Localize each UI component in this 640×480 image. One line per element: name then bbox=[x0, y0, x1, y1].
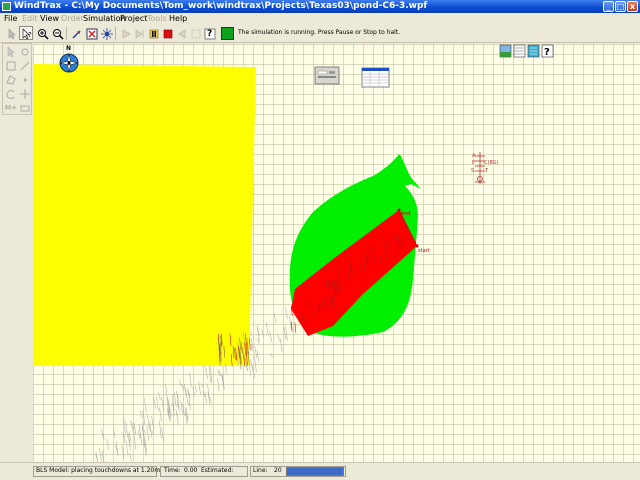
app-icon bbox=[2, 2, 11, 11]
palette-move-icon[interactable] bbox=[19, 88, 31, 100]
palette-pointer-icon[interactable] bbox=[5, 46, 17, 58]
minimize-button[interactable]: _ bbox=[603, 1, 614, 12]
palette-circle-icon[interactable] bbox=[19, 46, 31, 58]
sensor-label-cbg: C(BG) bbox=[484, 160, 499, 166]
sensor-label-t: T bbox=[484, 168, 489, 174]
window-title: WindTrax - C:\My Documents\Tom_work\wind… bbox=[14, 1, 428, 11]
sensor-label-p: P bbox=[472, 160, 475, 166]
zoom-out-icon[interactable] bbox=[50, 26, 64, 40]
sensor-label-s: S bbox=[471, 168, 474, 174]
menu-tools[interactable]: Tools bbox=[147, 13, 167, 24]
maximize-button[interactable]: □ bbox=[615, 1, 626, 12]
close-button[interactable]: x bbox=[627, 1, 638, 12]
toolbar-separator bbox=[115, 27, 116, 40]
palette-erase-icon[interactable] bbox=[19, 102, 31, 114]
compass-icon bbox=[59, 53, 79, 73]
sensor-label-a: A bbox=[472, 153, 476, 159]
map-drawing: end start N A P C(BG) S T ? bbox=[33, 44, 554, 462]
menu-file[interactable]: File bbox=[4, 13, 17, 24]
blank-tool-icon[interactable] bbox=[188, 26, 202, 40]
status-bar: BLS Model: placing touchdowns at 1.20m T… bbox=[0, 462, 640, 480]
palette-rotate-icon[interactable] bbox=[5, 88, 17, 100]
time-value: 0.00 bbox=[184, 467, 198, 474]
menu-project[interactable]: Project bbox=[120, 13, 147, 24]
step-icon[interactable] bbox=[132, 26, 146, 40]
menu-edit[interactable]: Edit bbox=[22, 13, 38, 24]
progress-fill bbox=[287, 468, 343, 475]
zoom-in-icon[interactable] bbox=[35, 26, 49, 40]
play-icon[interactable] bbox=[118, 26, 132, 40]
select-help-icon[interactable]: ? bbox=[19, 26, 33, 40]
menu-order[interactable]: Order bbox=[61, 13, 84, 24]
svg-text:?: ? bbox=[28, 31, 32, 39]
simulation-status-indicator bbox=[221, 27, 234, 40]
help-icon[interactable]: ? bbox=[202, 26, 216, 40]
particle-icon[interactable] bbox=[99, 26, 113, 40]
data-table-icon[interactable] bbox=[361, 67, 390, 88]
tool-palette: M+ bbox=[2, 43, 32, 115]
estimated-label: Estimated: bbox=[201, 467, 234, 474]
menu-bar: File Edit View Order Simulation Project … bbox=[0, 13, 640, 24]
sensor-icon[interactable] bbox=[475, 152, 485, 184]
map-canvas[interactable]: end start N A P C(BG) S T ? bbox=[33, 44, 640, 462]
line-value: 20 bbox=[274, 467, 282, 474]
compass-north-label: N bbox=[66, 45, 71, 52]
view-sheet-icon[interactable] bbox=[513, 44, 526, 58]
delete-grid-icon[interactable] bbox=[84, 26, 98, 40]
view-help-label: ? bbox=[544, 47, 550, 58]
paddock-area[interactable] bbox=[33, 64, 256, 366]
help-icon-label: ? bbox=[207, 29, 213, 39]
stop-icon[interactable] bbox=[160, 26, 174, 40]
menu-view[interactable]: View bbox=[40, 13, 59, 24]
palette-point-icon[interactable] bbox=[19, 74, 31, 86]
title-bar: WindTrax - C:\My Documents\Tom_work\wind… bbox=[0, 0, 640, 13]
toolbar: ? ? The simulation is running. Press Pau… bbox=[0, 24, 640, 43]
source-start-label: start bbox=[418, 248, 430, 254]
view-report-icon[interactable] bbox=[527, 44, 540, 58]
pause-icon[interactable] bbox=[146, 26, 160, 40]
progress-bar bbox=[286, 467, 344, 476]
data-logger-icon[interactable] bbox=[314, 66, 340, 85]
simulation-status-message: The simulation is running. Press Pause o… bbox=[238, 29, 401, 36]
time-label: Time: bbox=[164, 467, 181, 474]
back-icon[interactable] bbox=[174, 26, 188, 40]
app-window: WindTrax - C:\My Documents\Tom_work\wind… bbox=[0, 0, 640, 480]
palette-add-marker[interactable]: M+ bbox=[5, 102, 17, 114]
menu-help[interactable]: Help bbox=[169, 13, 187, 24]
palette-square-icon[interactable] bbox=[5, 60, 17, 72]
pointer-icon[interactable] bbox=[4, 26, 18, 40]
line-label: Line: bbox=[253, 467, 268, 474]
palette-line-icon[interactable] bbox=[19, 60, 31, 72]
palette-polygon-icon[interactable] bbox=[5, 74, 17, 86]
model-status-text: BLS Model: placing touchdowns at 1.20m bbox=[36, 467, 161, 474]
toolbar-separator bbox=[66, 27, 67, 40]
wind-vane-icon[interactable] bbox=[69, 26, 83, 40]
source-end-label: end bbox=[401, 211, 410, 217]
view-landscape-icon[interactable] bbox=[499, 44, 512, 58]
